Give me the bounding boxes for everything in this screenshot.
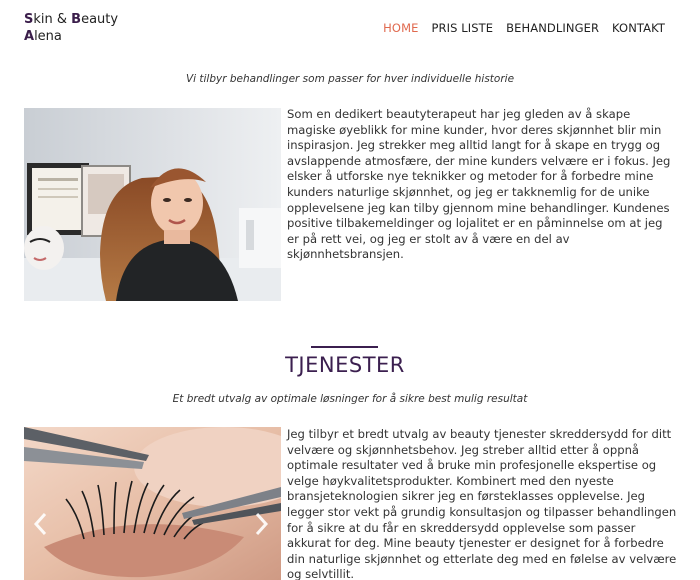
therapist-photo-illustration (24, 108, 281, 301)
logo-initial-b: B (71, 12, 82, 27)
nav-item-kontakt[interactable]: KONTAKT (612, 21, 665, 35)
carousel-prev-button[interactable] (33, 512, 49, 540)
nav-item-pris-liste[interactable]: PRIS LISTE (431, 21, 493, 35)
site-logo[interactable]: Skin & Beauty Alena (24, 11, 118, 45)
chevron-right-icon (255, 512, 269, 536)
logo-line-1: Skin & Beauty (24, 11, 118, 28)
logo-text-eauty: eauty (81, 12, 119, 27)
therapist-photo (24, 108, 281, 301)
main-nav: HOME PRIS LISTE BEHANDLINGER KONTAKT (383, 21, 665, 35)
section-divider (311, 346, 378, 348)
logo-initial-s: S (24, 12, 34, 27)
chevron-left-icon (33, 512, 47, 536)
lash-extension-photo (24, 427, 281, 580)
services-title: TJENESTER (285, 353, 405, 377)
nav-item-home[interactable]: HOME (383, 21, 418, 35)
carousel-next-button[interactable] (253, 512, 269, 540)
logo-initial-a: A (24, 29, 35, 44)
logo-line-2: Alena (24, 28, 118, 45)
logo-text-kin: kin & (33, 12, 72, 27)
services-text: Jeg tilbyr et bredt utvalg av beauty tje… (287, 427, 677, 580)
logo-text-lena: lena (34, 29, 62, 44)
site-header: Skin & Beauty Alena HOME PRIS LISTE BEHA… (0, 0, 700, 60)
about-text: Som en dedikert beautyterapeut har jeg g… (287, 107, 671, 262)
about-tagline: Vi tilbyr behandlinger som passer for hv… (185, 73, 515, 85)
services-tagline: Et bredt utvalg av optimale løsninger fo… (172, 393, 528, 405)
services-carousel (24, 427, 281, 580)
nav-item-behandlinger[interactable]: BEHANDLINGER (506, 21, 599, 35)
